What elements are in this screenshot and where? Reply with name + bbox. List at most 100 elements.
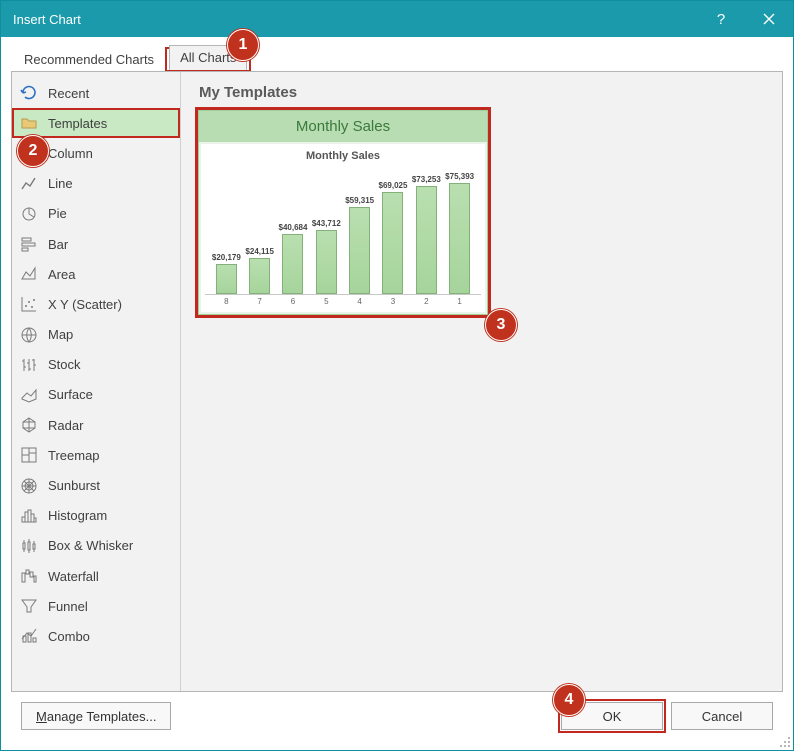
x-tick-label: 3	[379, 297, 407, 306]
radar-chart-icon	[20, 416, 38, 434]
bar-rect	[449, 183, 470, 294]
bar-rect	[216, 264, 237, 294]
area-chart-icon	[20, 265, 38, 283]
category-label: Bar	[48, 237, 68, 252]
category-label: Combo	[48, 629, 90, 644]
category-label: Stock	[48, 357, 81, 372]
category-label: Pie	[48, 206, 67, 221]
category-treemap[interactable]: Treemap	[12, 440, 180, 470]
category-recent[interactable]: Recent	[12, 78, 180, 108]
category-combo[interactable]: Combo	[12, 621, 180, 651]
category-label: Treemap	[48, 448, 100, 463]
chart-bars: $20,179 $24,115 $40,684 $43,712 $59,315 $69,0…	[205, 166, 481, 295]
category-templates[interactable]: Templates	[12, 108, 180, 138]
bar-value-label: $73,253	[412, 175, 441, 184]
category-surface[interactable]: Surface	[12, 380, 180, 410]
x-tick-label: 4	[346, 297, 374, 306]
bar-rect	[349, 207, 370, 294]
bar-chart-icon	[20, 235, 38, 253]
category-label: Recent	[48, 86, 89, 101]
category-label: Box & Whisker	[48, 538, 133, 553]
chart-bar: $40,684	[279, 223, 307, 294]
category-label: Sunburst	[48, 478, 100, 493]
chart-bar: $75,393	[446, 172, 474, 294]
callout-box-3: Monthly Sales Monthly Sales $20,179$24,1…	[195, 107, 491, 318]
category-label: Histogram	[48, 508, 107, 523]
category-label: Surface	[48, 387, 93, 402]
dialog-body: Recommended Charts All Charts 1 Recent T…	[1, 37, 793, 750]
surface-chart-icon	[20, 386, 38, 404]
x-tick-label: 7	[246, 297, 274, 306]
bar-value-label: $59,315	[345, 196, 374, 205]
histogram-chart-icon	[20, 507, 38, 525]
category-area[interactable]: Area	[12, 259, 180, 289]
recent-icon	[20, 84, 38, 102]
chart-bar: $59,315	[346, 196, 374, 294]
chart-template-monthly-sales[interactable]: Monthly Sales Monthly Sales $20,179$24,1…	[198, 110, 488, 315]
bar-rect	[249, 258, 270, 294]
bar-value-label: $75,393	[445, 172, 474, 181]
chart-x-axis: 87654321	[205, 295, 481, 306]
bar-value-label: $20,179	[212, 253, 241, 262]
callout-1: 1	[227, 29, 259, 61]
category-funnel[interactable]: Funnel	[12, 591, 180, 621]
category-scatter[interactable]: X Y (Scatter)	[12, 289, 180, 319]
main-panel: My Templates Monthly Sales Monthly Sales…	[181, 72, 782, 691]
chart-template-title: Monthly Sales	[199, 111, 487, 142]
category-pie[interactable]: Pie	[12, 199, 180, 229]
chart-bar: $24,115	[246, 247, 274, 294]
dialog-footer: Manage Templates... OK Cancel	[11, 692, 783, 740]
category-stock[interactable]: Stock	[12, 350, 180, 380]
map-chart-icon	[20, 326, 38, 344]
category-label: Templates	[48, 116, 107, 131]
tab-recommended-charts[interactable]: Recommended Charts	[13, 47, 165, 72]
bar-value-label: $69,025	[379, 181, 408, 190]
bar-value-label: $43,712	[312, 219, 341, 228]
waterfall-chart-icon	[20, 567, 38, 585]
category-radar[interactable]: Radar	[12, 410, 180, 440]
category-sunburst[interactable]: Sunburst	[12, 470, 180, 500]
x-tick-label: 1	[446, 297, 474, 306]
category-label: Waterfall	[48, 569, 99, 584]
bar-rect	[282, 234, 303, 294]
bar-value-label: $40,684	[279, 223, 308, 232]
x-tick-label: 6	[279, 297, 307, 306]
x-tick-label: 8	[212, 297, 240, 306]
close-button[interactable]	[745, 1, 793, 37]
category-histogram[interactable]: Histogram	[12, 501, 180, 531]
insert-chart-dialog: Insert Chart ? Recommended Charts All Ch…	[0, 0, 794, 751]
category-label: Line	[48, 176, 73, 191]
section-header: My Templates	[195, 82, 768, 107]
chart-bar: $43,712	[312, 219, 340, 294]
tab-strip: Recommended Charts All Charts	[13, 47, 783, 72]
sunburst-chart-icon	[20, 477, 38, 495]
category-box-whisker[interactable]: Box & Whisker	[12, 531, 180, 561]
tab-panel: Recent Templates Column Line Pie	[11, 71, 783, 692]
chart-bar: $20,179	[212, 253, 240, 294]
category-line[interactable]: Line	[12, 169, 180, 199]
category-bar[interactable]: Bar	[12, 229, 180, 259]
stock-chart-icon	[20, 356, 38, 374]
chart-bar: $69,025	[379, 181, 407, 294]
pie-chart-icon	[20, 205, 38, 223]
scatter-chart-icon	[20, 295, 38, 313]
window-controls: ?	[697, 1, 793, 37]
folder-icon	[20, 114, 38, 132]
category-waterfall[interactable]: Waterfall	[12, 561, 180, 591]
x-tick-label: 5	[312, 297, 340, 306]
resize-grip[interactable]	[778, 735, 792, 749]
bar-rect	[316, 230, 337, 294]
cancel-button[interactable]: Cancel	[671, 702, 773, 730]
bar-rect	[382, 192, 403, 294]
category-label: Map	[48, 327, 73, 342]
box-whisker-chart-icon	[20, 537, 38, 555]
window-title: Insert Chart	[13, 12, 81, 27]
line-chart-icon	[20, 175, 38, 193]
manage-templates-button[interactable]: Manage Templates...	[21, 702, 171, 730]
chart-preview: Monthly Sales $20,179$24,115$40,684$43,7…	[201, 144, 485, 312]
callout-2: 2	[17, 135, 49, 167]
titlebar: Insert Chart ?	[1, 1, 793, 37]
category-map[interactable]: Map	[12, 320, 180, 350]
help-button[interactable]: ?	[697, 1, 745, 37]
category-label: Radar	[48, 418, 83, 433]
